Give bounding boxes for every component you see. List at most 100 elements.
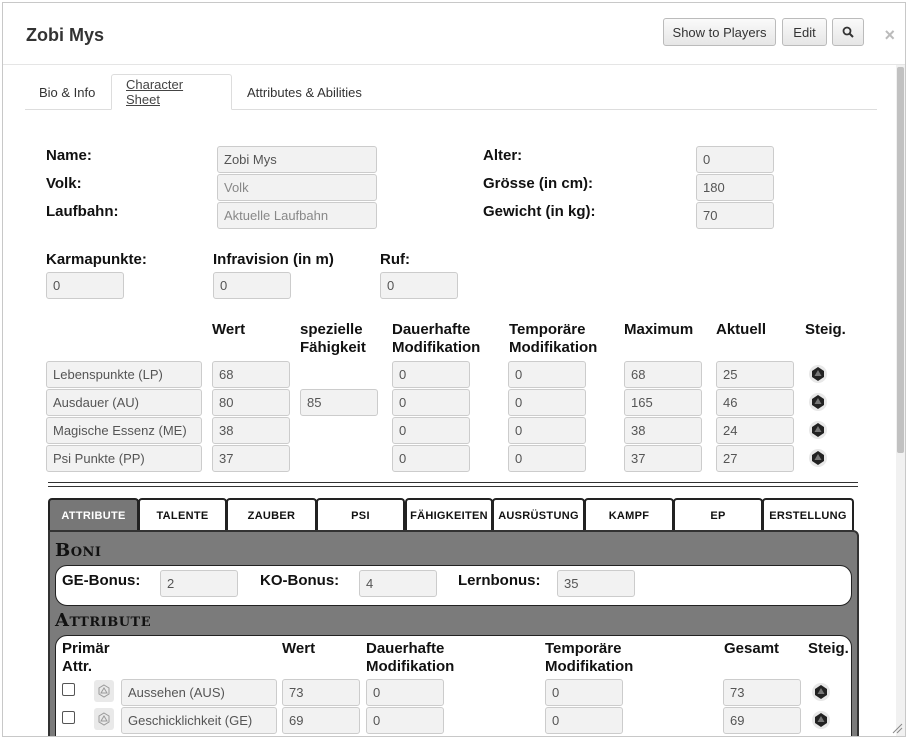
attribute-box: Primär Attr. Wert Dauerhafte Modifikation …	[55, 635, 852, 736]
karma-label: Karmapunkte:	[46, 251, 147, 268]
volk-input[interactable]: Volk	[217, 174, 377, 201]
roll-die-icon[interactable]	[808, 420, 828, 440]
pool-wert[interactable]: 68	[212, 361, 290, 388]
alter-input[interactable]: 0	[696, 146, 774, 173]
resize-handle-icon[interactable]	[891, 722, 903, 734]
pool-maximum[interactable]: 68	[624, 361, 702, 388]
attr-header-primaer: Primär Attr.	[62, 640, 110, 675]
ge-bonus-label: GE-Bonus:	[62, 572, 141, 589]
subtab-talente[interactable]: TALENTE	[138, 498, 227, 531]
attribute-gesamt[interactable]: 69	[723, 707, 801, 734]
roll-token-icon[interactable]	[94, 680, 114, 702]
infravision-label: Infravision (in m)	[213, 251, 334, 268]
subtab-zauber[interactable]: ZAUBER	[226, 498, 317, 531]
pool-name[interactable]: Magische Essenz (ME)	[46, 417, 202, 444]
search-icon	[842, 26, 854, 38]
ge-bonus-input[interactable]: 2	[160, 570, 238, 597]
subtab-kampf[interactable]: KAMPF	[584, 498, 674, 531]
pool-dauerhafte[interactable]: 0	[392, 361, 470, 388]
tab-attributes-abilities[interactable]: Attributes & Abilities	[233, 74, 376, 110]
pool-name[interactable]: Ausdauer (AU)	[46, 389, 202, 416]
attr-header-gesamt: Gesamt	[724, 640, 780, 657]
attribute-temporaere[interactable]: 0	[545, 707, 623, 734]
search-button[interactable]	[832, 18, 864, 46]
subtab-ep[interactable]: EP	[673, 498, 763, 531]
subtab-psi[interactable]: PSI	[316, 498, 405, 531]
tab-bio-info[interactable]: Bio & Info	[25, 74, 109, 110]
pool-dauerhafte[interactable]: 0	[392, 389, 470, 416]
pool-temporaere[interactable]: 0	[508, 389, 586, 416]
attribute-name[interactable]: Geschicklichkeit (GE)	[121, 707, 277, 734]
volk-label: Volk:	[46, 175, 82, 192]
pool-maximum[interactable]: 38	[624, 417, 702, 444]
subtab-faehigkeiten[interactable]: FÄHIGKEITEN	[405, 498, 493, 531]
ruf-input[interactable]: 0	[380, 272, 458, 299]
attr-header-wert: Wert	[282, 640, 316, 657]
divider	[48, 482, 858, 483]
show-to-players-button[interactable]: Show to Players	[663, 18, 776, 46]
character-dialog: Zobi Mys Show to Players Edit × Bio & In…	[2, 2, 906, 737]
dialog-title: Zobi Mys	[26, 25, 105, 45]
lernbonus-input[interactable]: 35	[557, 570, 635, 597]
groesse-label: Grösse (in cm):	[483, 175, 594, 192]
gewicht-label: Gewicht (in kg):	[483, 203, 596, 220]
pool-aktuell[interactable]: 27	[716, 445, 794, 472]
scrollbar-thumb[interactable]	[897, 67, 904, 453]
dialog-titlebar: Zobi Mys Show to Players Edit ×	[3, 3, 905, 65]
roll-die-icon[interactable]	[811, 682, 831, 702]
close-icon[interactable]: ×	[884, 25, 895, 46]
roll-die-icon[interactable]	[811, 710, 831, 730]
roll-die-icon[interactable]	[808, 364, 828, 384]
roll-die-icon[interactable]	[808, 448, 828, 468]
pool-spezielle[interactable]: 85	[300, 389, 378, 416]
attribute-gesamt[interactable]: 73	[723, 679, 801, 706]
roll-die-icon[interactable]	[808, 392, 828, 412]
pools-header-wert: Wert	[212, 321, 246, 338]
karma-input[interactable]: 0	[46, 272, 124, 299]
attribute-temporaere[interactable]: 0	[545, 679, 623, 706]
ko-bonus-input[interactable]: 4	[359, 570, 437, 597]
pools-header-temporaere: Temporäre Modifikation	[509, 321, 598, 356]
ko-bonus-label: KO-Bonus:	[260, 572, 340, 589]
attribute-dauerhafte[interactable]: 0	[366, 707, 444, 734]
pool-temporaere[interactable]: 0	[508, 417, 586, 444]
roll-token-icon[interactable]	[94, 708, 114, 730]
groesse-input[interactable]: 180	[696, 174, 774, 201]
pool-dauerhafte[interactable]: 0	[392, 445, 470, 472]
edit-button[interactable]: Edit	[782, 18, 827, 46]
pool-temporaere[interactable]: 0	[508, 445, 586, 472]
primary-attr-checkbox[interactable]	[62, 711, 75, 724]
pool-wert[interactable]: 38	[212, 417, 290, 444]
pool-name[interactable]: Lebenspunkte (LP)	[46, 361, 202, 388]
pools-header-maximum: Maximum	[624, 321, 694, 338]
laufbahn-input[interactable]: Aktuelle Laufbahn	[217, 202, 377, 229]
subtab-erstellung[interactable]: ERSTELLUNG	[762, 498, 854, 531]
attr-header-temporaere: Temporäre Modifikation	[545, 640, 634, 675]
pool-aktuell[interactable]: 46	[716, 389, 794, 416]
pools-header-aktuell: Aktuell	[716, 321, 767, 338]
pool-temporaere[interactable]: 0	[508, 361, 586, 388]
pool-maximum[interactable]: 165	[624, 389, 702, 416]
tab-character-sheet[interactable]: Character Sheet	[111, 74, 232, 110]
ruf-label: Ruf:	[380, 251, 410, 268]
pool-aktuell[interactable]: 24	[716, 417, 794, 444]
subtab-ausruestung[interactable]: AUSRÜSTUNG	[492, 498, 585, 531]
pool-name[interactable]: Psi Punkte (PP)	[46, 445, 202, 472]
pool-wert[interactable]: 37	[212, 445, 290, 472]
attribute-wert[interactable]: 73	[282, 679, 360, 706]
pool-dauerhafte[interactable]: 0	[392, 417, 470, 444]
pool-maximum[interactable]: 37	[624, 445, 702, 472]
pool-aktuell[interactable]: 25	[716, 361, 794, 388]
attribute-name[interactable]: Aussehen (AUS)	[121, 679, 277, 706]
primary-attr-checkbox[interactable]	[62, 683, 75, 696]
pool-wert[interactable]: 80	[212, 389, 290, 416]
pools-header-spezielle: spezielle Fähigkeit	[300, 321, 366, 356]
attr-header-dauerhafte: Dauerhafte Modifikation	[366, 640, 455, 675]
name-input[interactable]: Zobi Mys	[217, 146, 377, 173]
attribute-dauerhafte[interactable]: 0	[366, 679, 444, 706]
subtab-attribute[interactable]: ATTRIBUTE	[48, 498, 139, 531]
attribute-wert[interactable]: 69	[282, 707, 360, 734]
infravision-input[interactable]: 0	[213, 272, 291, 299]
laufbahn-label: Laufbahn:	[46, 203, 119, 220]
gewicht-input[interactable]: 70	[696, 202, 774, 229]
